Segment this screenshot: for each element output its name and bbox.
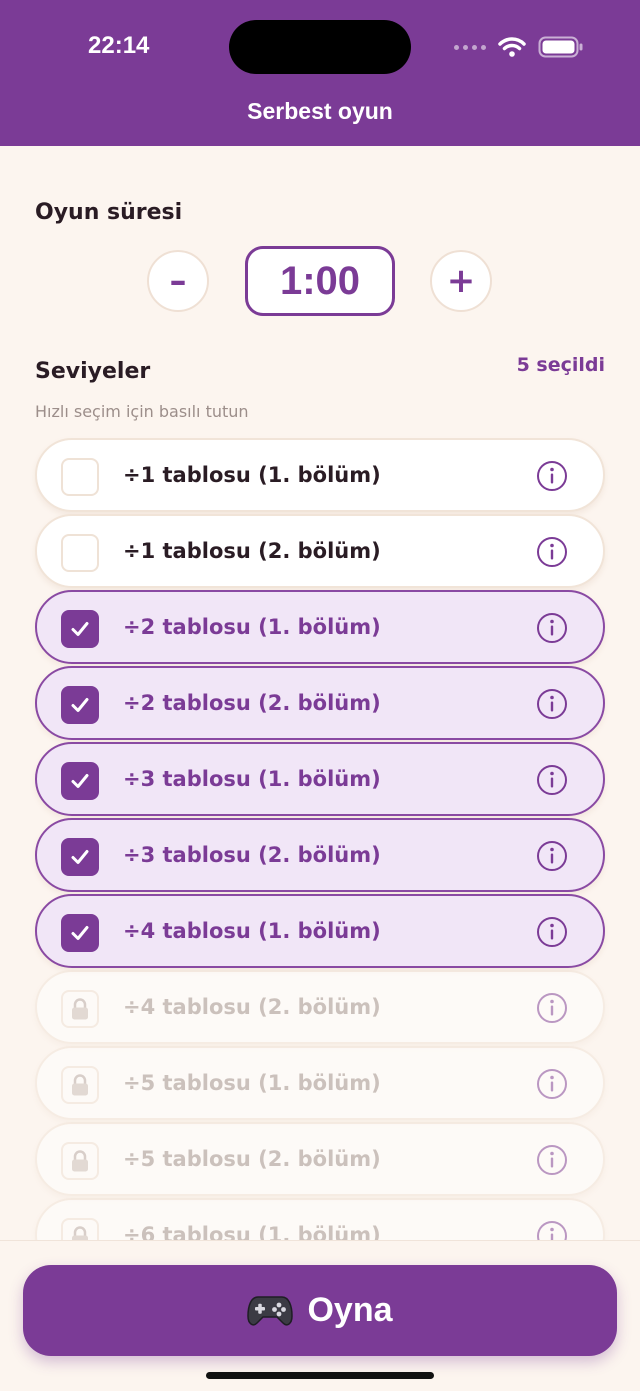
status-time: 22:14	[88, 32, 150, 59]
lock-icon	[61, 1218, 99, 1240]
padlock-icon	[72, 998, 88, 1020]
dynamic-island	[229, 20, 411, 74]
level-row: ÷5 tablosu (1. bölüm)	[35, 1046, 605, 1120]
level-row[interactable]: ÷1 tablosu (2. bölüm)	[35, 514, 605, 588]
level-row[interactable]: ÷3 tablosu (1. bölüm)	[35, 742, 605, 816]
level-checkbox[interactable]	[61, 610, 99, 648]
signal-dots-icon	[454, 44, 486, 50]
padlock-icon	[72, 1226, 88, 1240]
play-button[interactable]: Oyna	[23, 1265, 617, 1356]
checkmark-icon	[71, 698, 89, 712]
info-icon[interactable]	[536, 460, 568, 492]
checkmark-icon	[71, 774, 89, 788]
info-icon[interactable]	[536, 536, 568, 568]
level-label: ÷3 tablosu (1. bölüm)	[123, 767, 381, 791]
level-checkbox[interactable]	[61, 838, 99, 876]
level-label: ÷2 tablosu (2. bölüm)	[123, 691, 381, 715]
wifi-icon	[498, 37, 526, 57]
checkmark-icon	[71, 622, 89, 636]
lock-icon	[61, 1142, 99, 1180]
status-icons	[454, 36, 584, 58]
info-icon[interactable]	[536, 916, 568, 948]
increment-button[interactable]: +	[430, 250, 492, 312]
long-press-hint: Hızlı seçim için basılı tutun	[35, 402, 249, 421]
decrement-button[interactable]: –	[147, 250, 209, 312]
level-row: ÷6 tablosu (1. bölüm)	[35, 1198, 605, 1240]
level-label: ÷4 tablosu (1. bölüm)	[123, 919, 381, 943]
gamepad-icon	[247, 1295, 294, 1325]
levels-label: Seviyeler	[35, 359, 151, 384]
info-icon[interactable]	[536, 1144, 568, 1176]
info-icon[interactable]	[536, 1220, 568, 1240]
level-label: ÷2 tablosu (1. bölüm)	[123, 615, 381, 639]
level-row[interactable]: ÷1 tablosu (1. bölüm)	[35, 438, 605, 512]
selected-count: 5 seçildi	[516, 354, 605, 376]
level-label: ÷1 tablosu (1. bölüm)	[123, 463, 381, 487]
padlock-icon	[72, 1150, 88, 1172]
level-row[interactable]: ÷3 tablosu (2. bölüm)	[35, 818, 605, 892]
checkmark-icon	[71, 850, 89, 864]
lock-icon	[61, 1066, 99, 1104]
level-checkbox[interactable]	[61, 914, 99, 952]
level-label: ÷5 tablosu (1. bölüm)	[123, 1071, 381, 1095]
level-row[interactable]: ÷2 tablosu (2. bölüm)	[35, 666, 605, 740]
level-checkbox[interactable]	[61, 686, 99, 724]
level-checkbox[interactable]	[61, 534, 99, 572]
duration-label: Oyun süresi	[35, 200, 183, 225]
play-button-label: Oyna	[307, 1291, 393, 1329]
battery-icon	[538, 36, 583, 58]
level-row[interactable]: ÷4 tablosu (1. bölüm)	[35, 894, 605, 968]
duration-value: 1:00	[245, 246, 395, 316]
level-label: ÷5 tablosu (2. bölüm)	[123, 1147, 381, 1171]
level-label: ÷3 tablosu (2. bölüm)	[123, 843, 381, 867]
level-row: ÷5 tablosu (2. bölüm)	[35, 1122, 605, 1196]
info-icon[interactable]	[536, 992, 568, 1024]
app-header: 22:14 Serbest oyun	[0, 0, 640, 146]
level-row: ÷4 tablosu (2. bölüm)	[35, 970, 605, 1044]
info-icon[interactable]	[536, 612, 568, 644]
level-row[interactable]: ÷2 tablosu (1. bölüm)	[35, 590, 605, 664]
lock-icon	[61, 990, 99, 1028]
level-label: ÷4 tablosu (2. bölüm)	[123, 995, 381, 1019]
level-checkbox[interactable]	[61, 458, 99, 496]
padlock-icon	[72, 1074, 88, 1096]
info-icon[interactable]	[536, 1068, 568, 1100]
levels-list[interactable]: ÷1 tablosu (1. bölüm) ÷1 tablosu (2. bölü…	[0, 436, 640, 1240]
page-title: Serbest oyun	[247, 98, 393, 124]
info-icon[interactable]	[536, 688, 568, 720]
info-icon[interactable]	[536, 764, 568, 796]
home-indicator	[206, 1372, 434, 1379]
level-checkbox[interactable]	[61, 762, 99, 800]
duration-stepper: – 1:00 +	[0, 246, 640, 316]
info-icon[interactable]	[536, 840, 568, 872]
checkmark-icon	[71, 926, 89, 940]
level-label: ÷1 tablosu (2. bölüm)	[123, 539, 381, 563]
level-label: ÷6 tablosu (1. bölüm)	[123, 1223, 381, 1240]
